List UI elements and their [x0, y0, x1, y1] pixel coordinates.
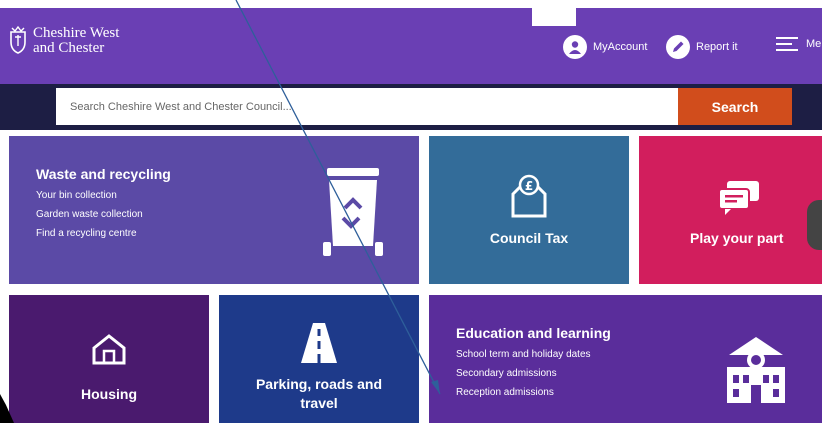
tile-title: Play your part: [690, 230, 784, 246]
user-icon: [563, 35, 587, 59]
report-it-label: Report it: [696, 41, 738, 53]
tile-title: Parking, roads and travel: [219, 375, 419, 413]
logo-line-1: Cheshire West: [33, 25, 120, 41]
my-account-link[interactable]: MyAccount: [563, 35, 647, 59]
wheelie-bin-icon: [323, 168, 383, 256]
search-button[interactable]: Search: [678, 88, 792, 125]
menu-button[interactable]: Me: [776, 33, 821, 55]
tile-title-line-1: Parking, roads and: [255, 376, 383, 392]
search-input[interactable]: [56, 88, 678, 125]
tile-title-line-2: travel: [300, 395, 338, 411]
house-pound-icon: £: [511, 174, 547, 218]
my-account-label: MyAccount: [593, 41, 648, 53]
tile-title: Council Tax: [489, 230, 569, 246]
council-logo[interactable]: Cheshire West and Chester: [9, 26, 119, 56]
tile-parking-roads-travel[interactable]: Parking, roads and travel: [219, 295, 419, 423]
tile-title: Housing: [81, 386, 137, 402]
site-header: Cheshire West and Chester MyAccount Repo…: [0, 8, 822, 84]
hamburger-icon: [776, 33, 798, 55]
road-icon: [301, 323, 337, 363]
search-bar: Search: [0, 84, 822, 130]
side-widget-tab[interactable]: [807, 200, 822, 250]
pencil-icon: [666, 35, 690, 59]
tile-waste-recycling[interactable]: Waste and recycling Your bin collection …: [9, 136, 419, 284]
house-icon: [92, 334, 126, 365]
svg-text:£: £: [525, 179, 533, 193]
header-notch: [532, 0, 576, 26]
tile-council-tax[interactable]: £ Council Tax: [429, 136, 629, 284]
tile-education-learning[interactable]: Education and learning School term and h…: [429, 295, 822, 423]
menu-label: Me: [806, 38, 822, 50]
logo-line-2: and Chester: [33, 40, 105, 56]
chat-bubble-icon: [718, 181, 759, 215]
crest-icon: [10, 26, 26, 54]
tile-housing[interactable]: Housing: [9, 295, 209, 423]
report-it-link[interactable]: Report it: [666, 35, 738, 59]
tile-play-your-part[interactable]: Play your part: [639, 136, 822, 284]
school-building-icon: [727, 337, 785, 403]
